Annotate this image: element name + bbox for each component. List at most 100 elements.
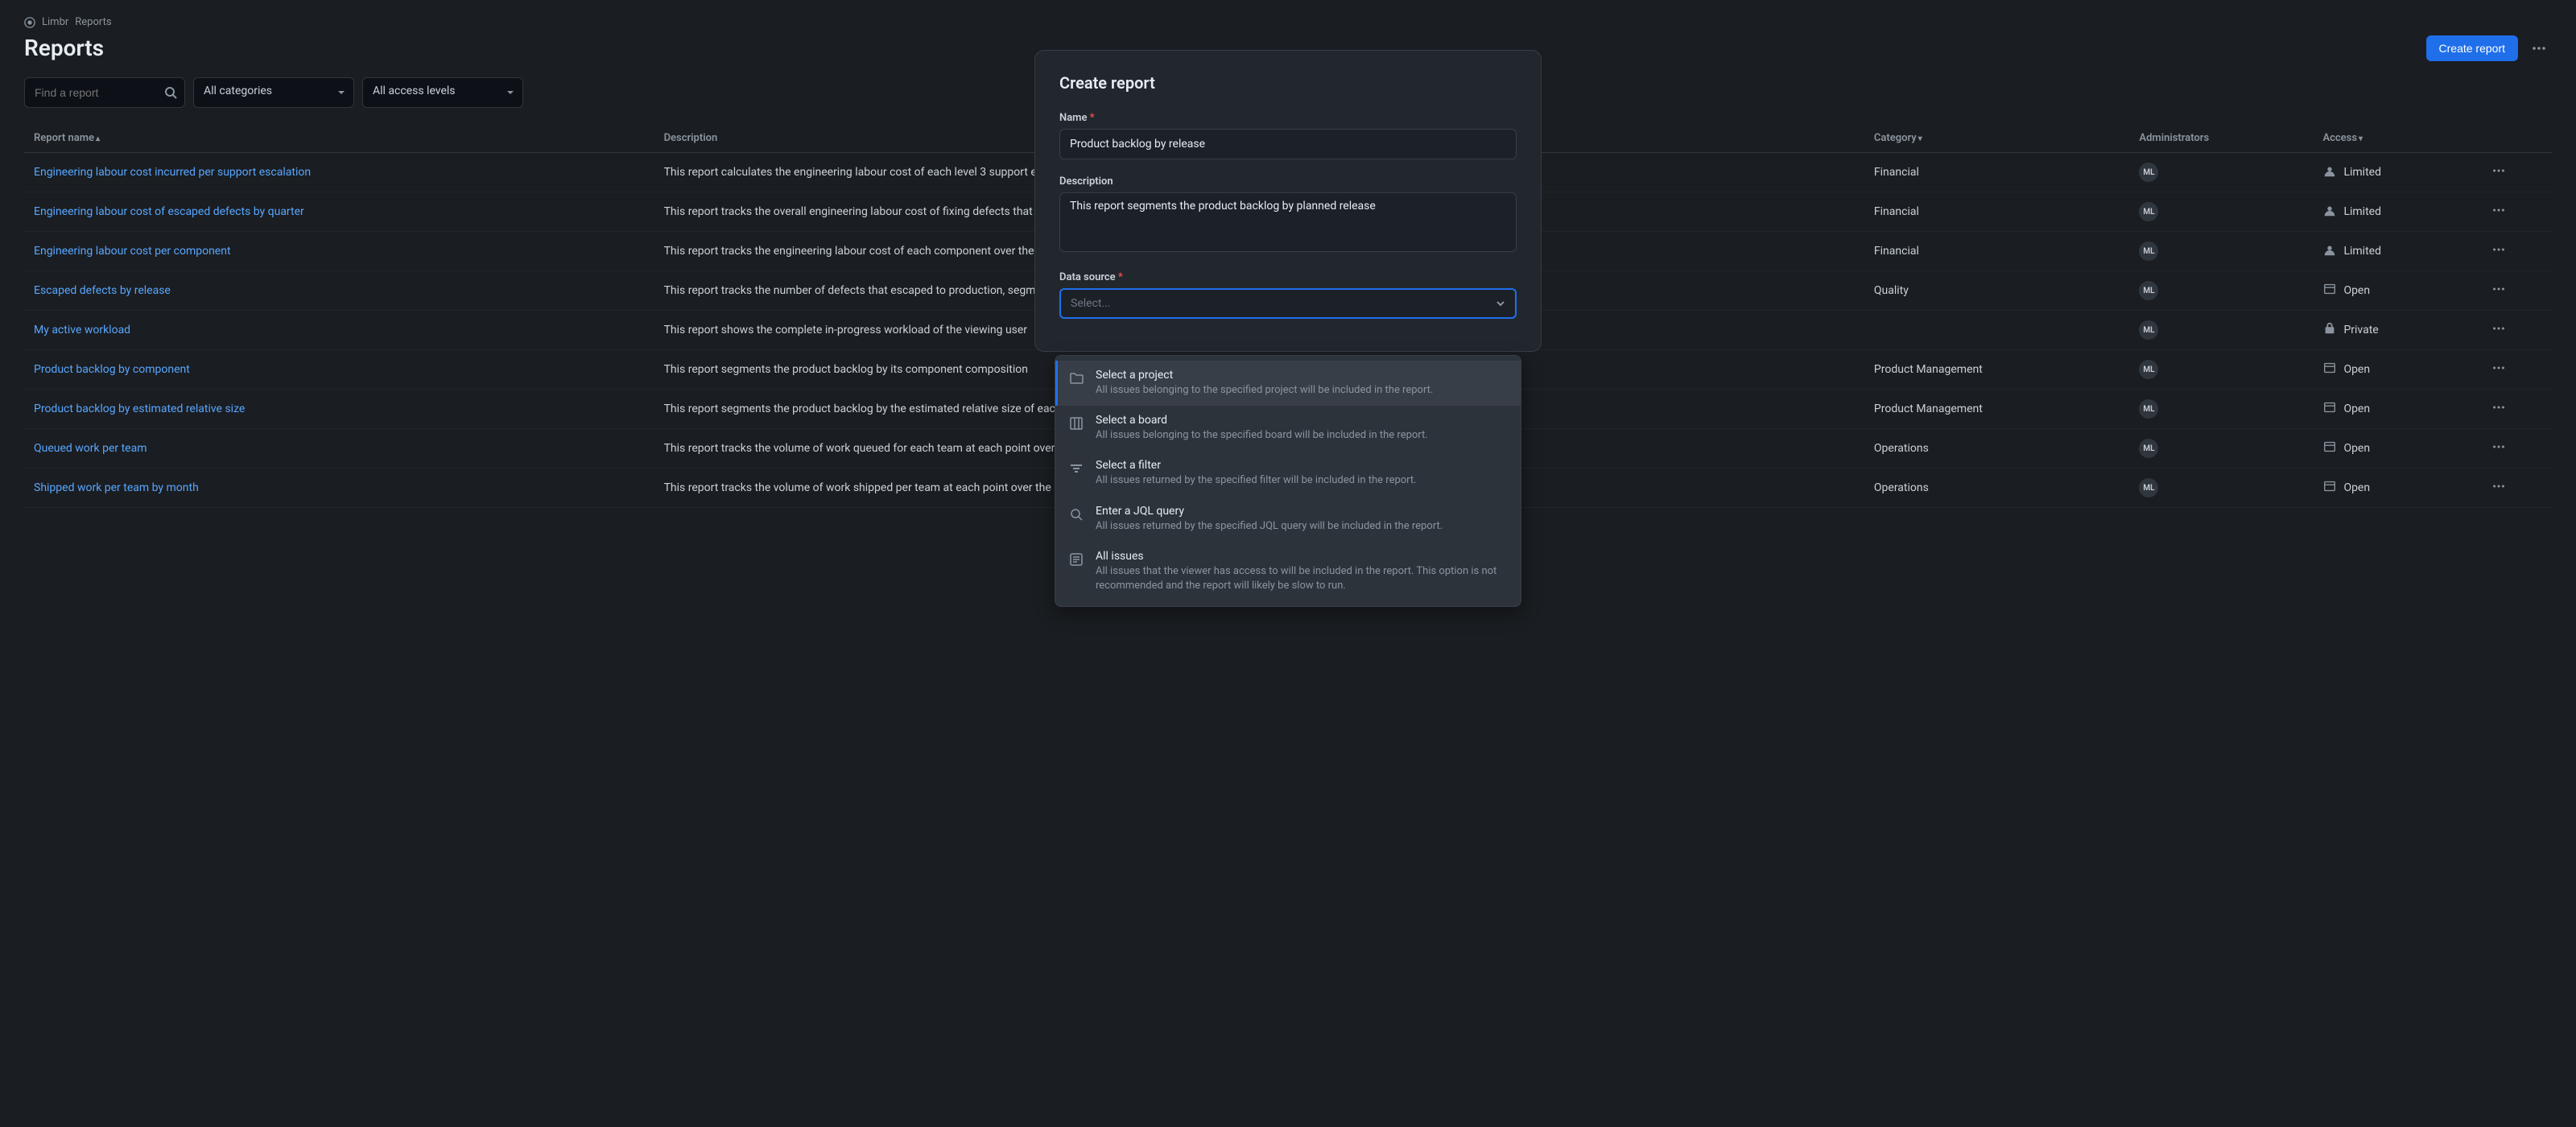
avatar[interactable]: ML: [2139, 202, 2158, 221]
report-name-link[interactable]: My active workload: [34, 324, 130, 336]
more-horizontal-icon: [2491, 440, 2506, 454]
board-icon: [1068, 415, 1084, 431]
private-access-icon: [2322, 321, 2337, 339]
limited-access-icon: [2322, 163, 2337, 181]
category-filter[interactable]: All categories: [193, 77, 354, 108]
app-logo-icon: [24, 17, 35, 28]
data-source-option[interactable]: Select a board All issues belonging to t…: [1055, 406, 1521, 451]
option-description: All issues belonging to the specified pr…: [1096, 383, 1508, 398]
avatar[interactable]: ML: [2139, 242, 2158, 261]
row-more-actions[interactable]: [2491, 287, 2506, 299]
issues-icon: [1068, 551, 1084, 568]
avatar[interactable]: ML: [2139, 320, 2158, 340]
access-cell: Limited: [2322, 242, 2472, 260]
name-field-label: Name *: [1059, 112, 1517, 124]
open-access-icon: [2322, 440, 2337, 457]
access-cell: Open: [2322, 361, 2472, 378]
report-category-cell: [1864, 311, 2130, 350]
row-more-actions[interactable]: [2491, 168, 2506, 181]
col-header-category[interactable]: Category▾: [1864, 124, 2130, 153]
more-horizontal-icon: [2491, 400, 2506, 415]
report-category-cell: Operations: [1864, 429, 2130, 469]
avatar[interactable]: ML: [2139, 281, 2158, 300]
more-horizontal-icon: [2491, 203, 2506, 217]
row-more-actions[interactable]: [2491, 444, 2506, 457]
row-more-actions[interactable]: [2491, 365, 2506, 378]
open-access-icon: [2322, 361, 2337, 378]
more-horizontal-icon: [2491, 361, 2506, 375]
open-access-icon: [2322, 282, 2337, 299]
option-title: Enter a JQL query: [1096, 505, 1508, 518]
access-cell: Open: [2322, 440, 2472, 457]
chevron-down-icon: [1496, 299, 1505, 308]
report-category-cell: Financial: [1864, 192, 2130, 232]
report-name-link[interactable]: Escaped defects by release: [34, 284, 171, 297]
report-name-link[interactable]: Engineering labour cost of escaped defec…: [34, 205, 304, 218]
report-category-cell: Operations: [1864, 469, 2130, 508]
report-category-cell: Quality: [1864, 271, 2130, 311]
avatar[interactable]: ML: [2139, 478, 2158, 497]
report-name-input[interactable]: [1059, 129, 1517, 159]
access-filter[interactable]: All access levels: [362, 77, 523, 108]
report-name-link[interactable]: Product backlog by component: [34, 363, 190, 376]
avatar[interactable]: ML: [2139, 399, 2158, 419]
search-icon: [164, 86, 177, 99]
data-source-select[interactable]: Select...: [1059, 288, 1517, 319]
page-title: Reports: [24, 35, 104, 61]
col-header-name[interactable]: Report name▴: [24, 124, 654, 153]
description-field-label: Description: [1059, 175, 1517, 188]
breadcrumb-app[interactable]: Limbr: [42, 16, 68, 28]
report-name-link[interactable]: Queued work per team: [34, 442, 147, 455]
option-title: Select a board: [1096, 414, 1508, 427]
data-source-dropdown: Select a project All issues belonging to…: [1055, 355, 1521, 607]
report-category-cell: Financial: [1864, 232, 2130, 271]
row-more-actions[interactable]: [2491, 208, 2506, 221]
option-description: All issues that the viewer has access to…: [1096, 564, 1508, 593]
row-more-actions[interactable]: [2491, 326, 2506, 339]
report-name-link[interactable]: Product backlog by estimated relative si…: [34, 402, 245, 415]
report-name-link[interactable]: Engineering labour cost per component: [34, 245, 231, 258]
report-name-link[interactable]: Shipped work per team by month: [34, 481, 199, 494]
row-more-actions[interactable]: [2491, 405, 2506, 418]
limited-access-icon: [2322, 242, 2337, 260]
access-cell: Private: [2322, 321, 2472, 339]
open-access-icon: [2322, 400, 2337, 418]
modal-title: Create report: [1059, 73, 1517, 93]
avatar[interactable]: ML: [2139, 360, 2158, 379]
more-horizontal-icon: [2491, 282, 2506, 296]
data-source-option[interactable]: Select a filter All issues returned by t…: [1055, 451, 1521, 496]
data-source-option[interactable]: Enter a JQL query All issues returned by…: [1055, 497, 1521, 542]
breadcrumb: Limbr Reports: [24, 16, 2552, 28]
more-actions-button[interactable]: [2526, 35, 2552, 61]
create-report-button[interactable]: Create report: [2426, 35, 2518, 61]
open-access-icon: [2322, 479, 2337, 497]
search-icon: [1068, 506, 1084, 522]
option-description: All issues returned by the specified fil…: [1096, 473, 1508, 488]
folder-icon: [1068, 370, 1084, 386]
report-category-cell: Product Management: [1864, 390, 2130, 429]
option-description: All issues belonging to the specified bo…: [1096, 428, 1508, 443]
row-more-actions[interactable]: [2491, 484, 2506, 497]
more-horizontal-icon: [2491, 479, 2506, 493]
report-name-link[interactable]: Engineering labour cost incurred per sup…: [34, 166, 311, 179]
access-cell: Open: [2322, 400, 2472, 418]
report-description-input[interactable]: [1059, 192, 1517, 252]
access-cell: Open: [2322, 479, 2472, 497]
search-input[interactable]: [24, 77, 185, 108]
data-source-option[interactable]: Select a project All issues belonging to…: [1055, 361, 1521, 406]
col-header-access[interactable]: Access▾: [2313, 124, 2482, 153]
more-horizontal-icon: [2531, 40, 2547, 56]
row-more-actions[interactable]: [2491, 247, 2506, 260]
more-horizontal-icon: [2491, 242, 2506, 257]
option-title: All issues: [1096, 550, 1508, 563]
avatar[interactable]: ML: [2139, 439, 2158, 458]
breadcrumb-section[interactable]: Reports: [75, 16, 111, 28]
access-cell: Open: [2322, 282, 2472, 299]
limited-access-icon: [2322, 203, 2337, 221]
col-header-administrators[interactable]: Administrators: [2129, 124, 2313, 153]
avatar[interactable]: ML: [2139, 163, 2158, 182]
create-report-modal: Create report Name * Description Data so…: [1034, 50, 1542, 352]
data-source-option[interactable]: All issues All issues that the viewer ha…: [1055, 542, 1521, 601]
report-category-cell: Financial: [1864, 153, 2130, 192]
data-source-field-label: Data source *: [1059, 271, 1517, 283]
